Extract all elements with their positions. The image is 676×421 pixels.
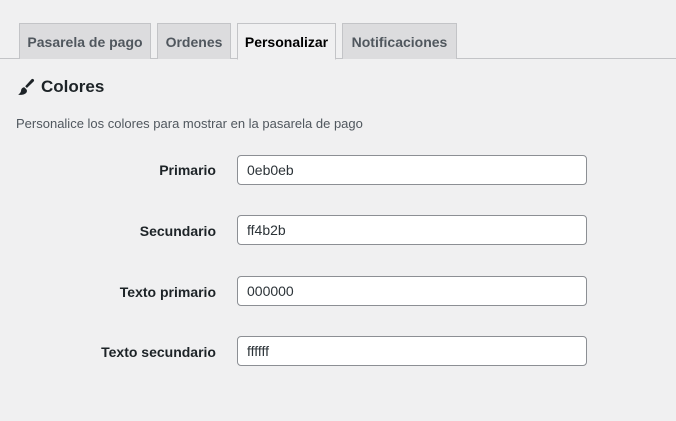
- section-description: Personalice los colores para mostrar en …: [16, 116, 363, 131]
- primary-color-input[interactable]: [237, 155, 587, 185]
- secondary-text-color-input[interactable]: [237, 336, 587, 366]
- section-title-text: Colores: [41, 77, 105, 96]
- secondary-color-label: Secundario: [139, 223, 216, 239]
- primary-text-color-input[interactable]: [237, 276, 587, 306]
- secondary-color-input[interactable]: [237, 215, 587, 245]
- tab-notificaciones[interactable]: Notificaciones: [342, 23, 457, 59]
- secondary-text-color-label: Texto secundario: [101, 344, 216, 360]
- tab-personalizar[interactable]: Personalizar: [237, 23, 336, 60]
- tab-pasarela-de-pago[interactable]: Pasarela de pago: [19, 23, 151, 59]
- primary-text-color-label: Texto primario: [119, 284, 216, 300]
- tab-ordenes[interactable]: Ordenes: [157, 23, 231, 59]
- settings-tabs: Pasarela de pago Ordenes Personalizar No…: [0, 0, 676, 60]
- section-title: Colores: [17, 75, 104, 99]
- paintbrush-icon: [17, 78, 35, 96]
- primary-color-label: Primario: [159, 162, 216, 178]
